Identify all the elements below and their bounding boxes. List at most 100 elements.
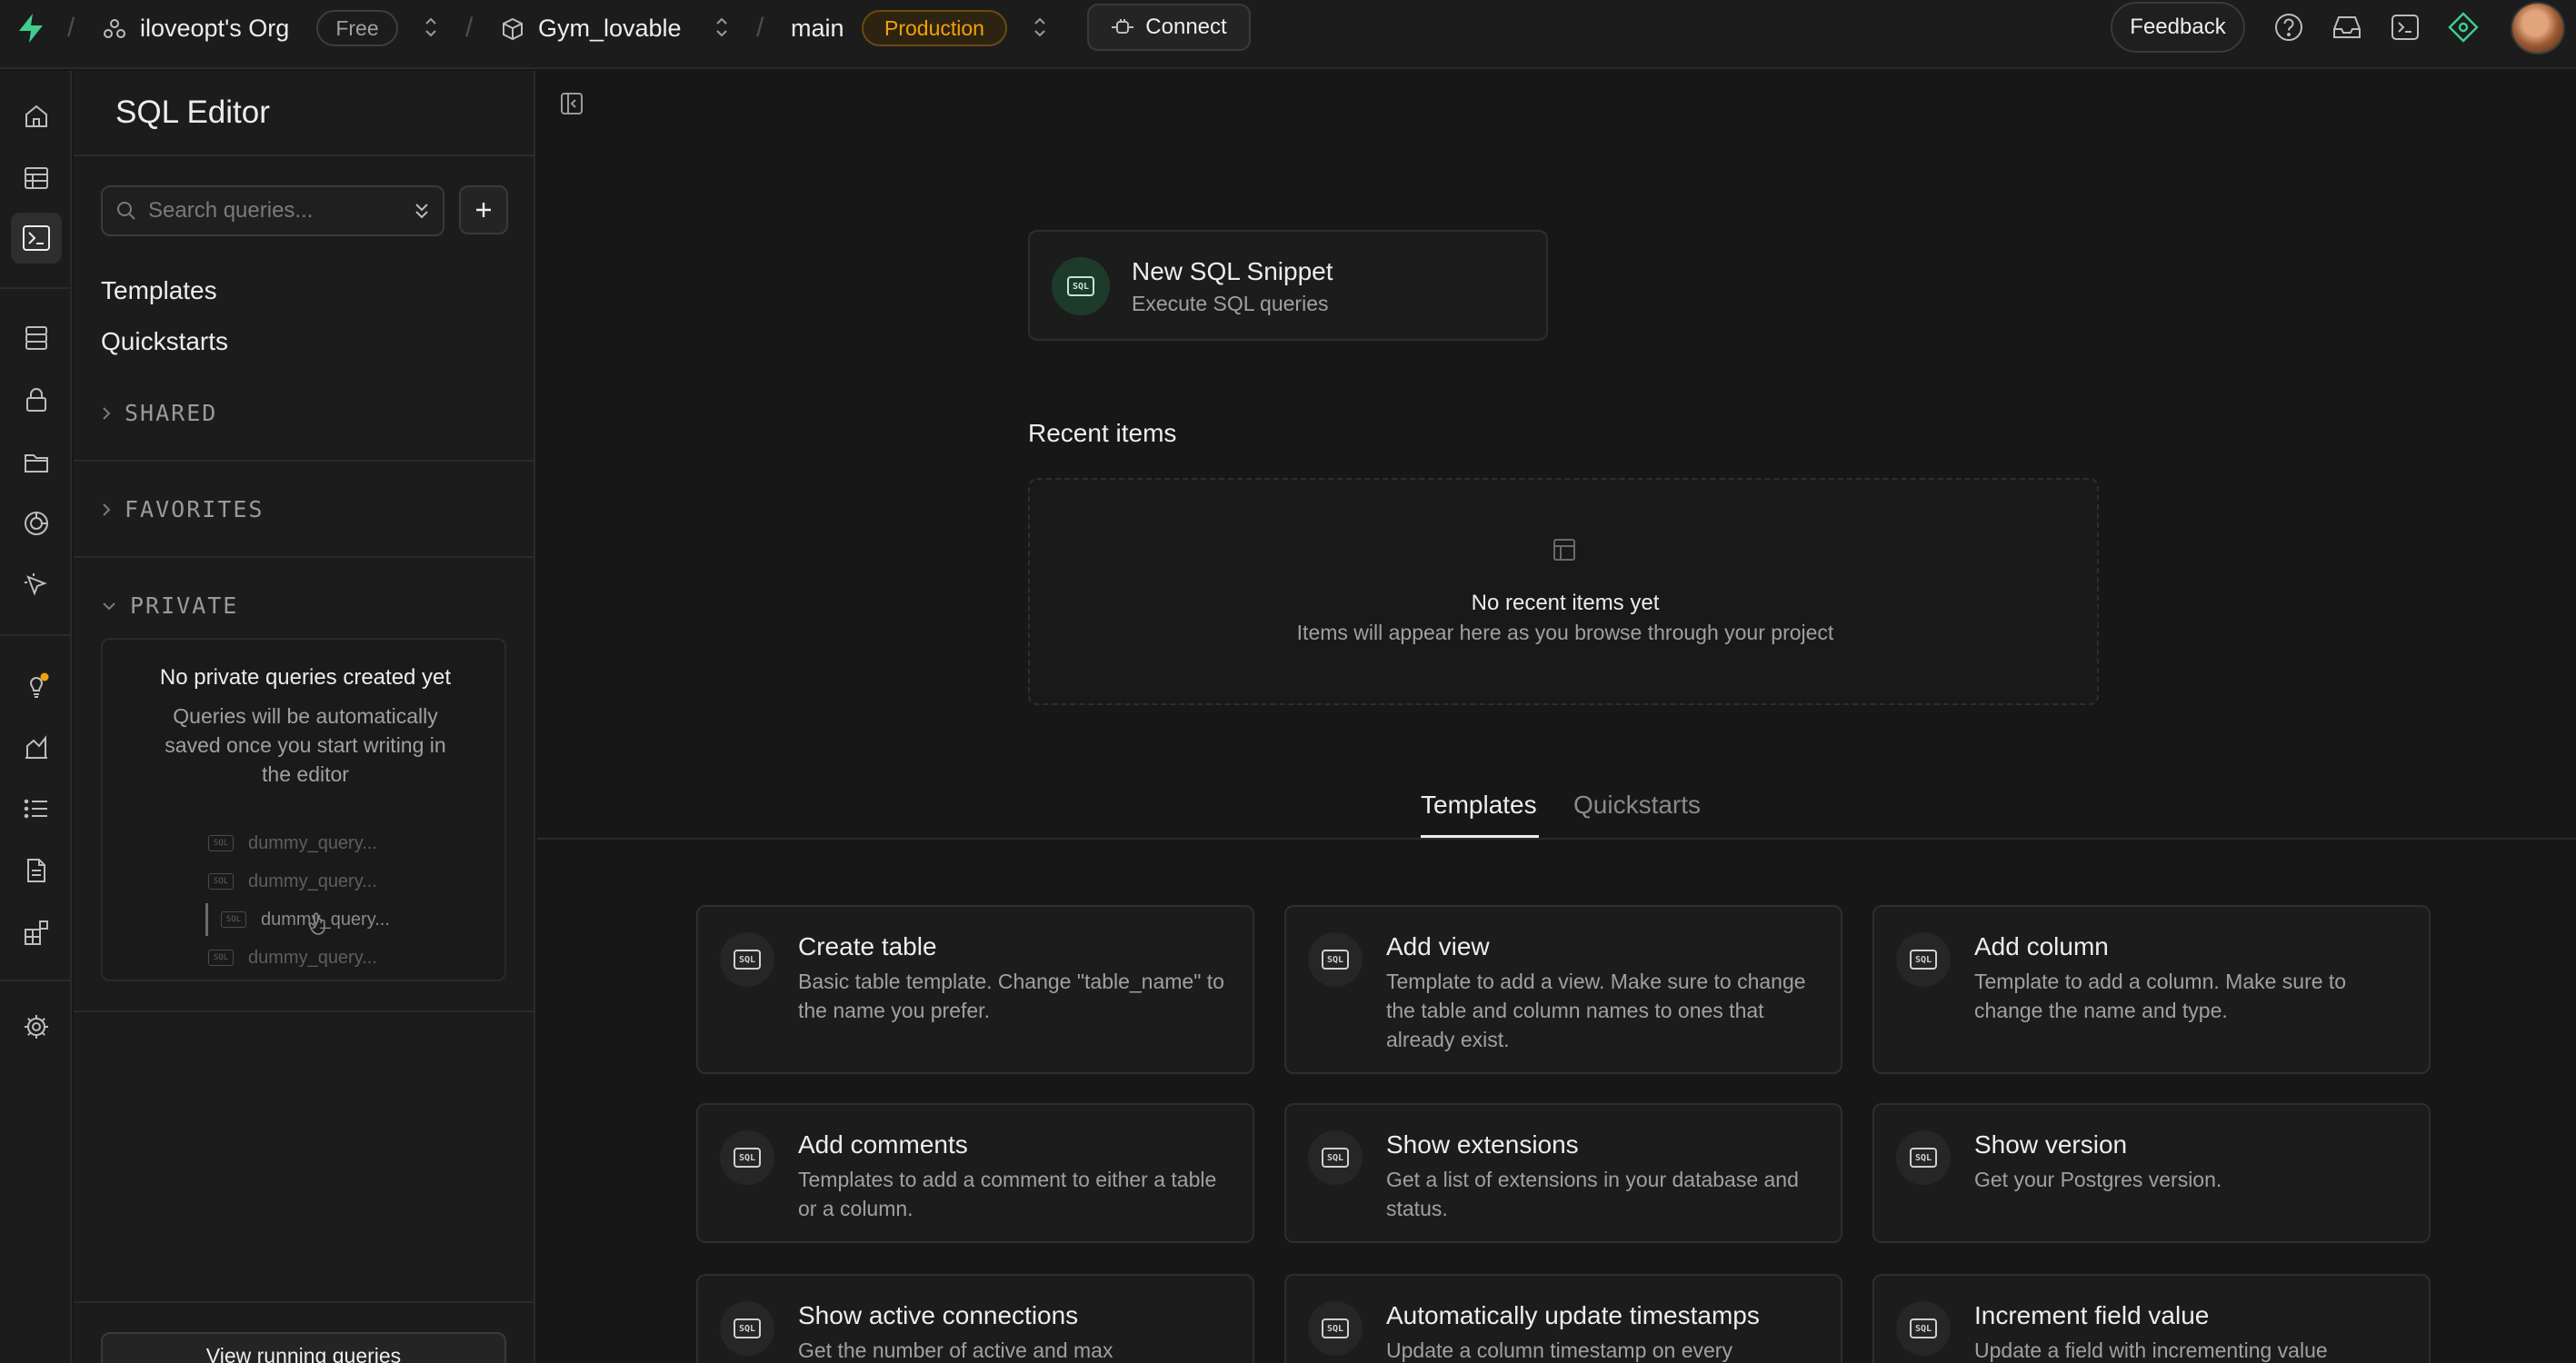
- sql-file-icon: SQL: [208, 873, 234, 890]
- chevron-down-icon: [103, 602, 115, 610]
- edge-functions-cursor-icon[interactable]: [11, 560, 62, 611]
- view-running-queries-button[interactable]: View running queries: [101, 1332, 506, 1363]
- section-favorites-label: FAVORITES: [125, 496, 265, 522]
- org-selector[interactable]: iloveopt's Org: [102, 15, 289, 43]
- org-switch-chevron-icon[interactable]: [414, 11, 447, 44]
- sidebar-link-templates[interactable]: Templates: [101, 276, 217, 305]
- inbox-icon[interactable]: [2331, 11, 2363, 44]
- template-card-show-version[interactable]: SQL Show version Get your Postgres versi…: [1872, 1103, 2431, 1243]
- sql-editor-icon[interactable]: [11, 213, 62, 264]
- sql-template-icon: SQL: [1896, 1301, 1951, 1356]
- pointer-hand-icon: [308, 912, 325, 935]
- help-icon[interactable]: [2272, 11, 2305, 44]
- template-card-add-comments[interactable]: SQL Add comments Templates to add a comm…: [696, 1103, 1254, 1243]
- connect-button[interactable]: Connect: [1087, 4, 1251, 51]
- template-desc: Basic table template. Change "table_name…: [798, 970, 1224, 1022]
- plus-icon: [474, 200, 494, 220]
- template-title: Show extensions: [1386, 1130, 1579, 1159]
- advisors-lightbulb-icon[interactable]: [11, 660, 62, 711]
- chevron-right-icon: [103, 406, 111, 420]
- org-name: iloveopt's Org: [140, 15, 290, 42]
- branch-selector[interactable]: main: [791, 15, 844, 43]
- rail-divider: [0, 287, 72, 289]
- sidebar-divider: [74, 154, 535, 156]
- integrations-icon[interactable]: [11, 907, 62, 958]
- breadcrumb-separator: /: [756, 13, 764, 43]
- new-sql-snippet-card[interactable]: SQL New SQL Snippet Execute SQL queries: [1028, 230, 1548, 341]
- collapse-sidebar-icon[interactable]: [559, 91, 584, 116]
- sql-template-icon: SQL: [720, 932, 774, 987]
- logs-list-icon[interactable]: [11, 783, 62, 834]
- plug-icon: [1111, 18, 1134, 36]
- sidebar-divider: [74, 556, 535, 558]
- home-icon[interactable]: [11, 91, 62, 142]
- template-title: Add view: [1386, 932, 1490, 960]
- private-empty-title: No private queries created yet: [159, 665, 452, 690]
- sql-template-icon: SQL: [1308, 932, 1363, 987]
- search-queries-field[interactable]: [101, 185, 444, 236]
- terminal-icon[interactable]: [2389, 11, 2421, 44]
- template-desc: Get your Postgres version.: [1974, 1168, 2222, 1191]
- settings-gear-icon[interactable]: [11, 1001, 62, 1052]
- org-icon: [102, 16, 127, 42]
- project-selector[interactable]: Gym_lovable: [500, 15, 682, 43]
- template-card-show-extensions[interactable]: SQL Show extensions Get a list of extens…: [1284, 1103, 1842, 1243]
- template-desc: Templates to add a comment to either a t…: [798, 1168, 1217, 1220]
- private-empty-state: No private queries created yet Queries w…: [101, 638, 506, 981]
- rail-divider: [0, 634, 72, 636]
- sql-template-icon: SQL: [1896, 1130, 1951, 1185]
- chevrons-down-icon[interactable]: [412, 200, 432, 222]
- tab-quickstarts[interactable]: Quickstarts: [1573, 791, 1701, 820]
- branch-name: main: [791, 15, 844, 42]
- section-private-label: PRIVATE: [130, 592, 239, 619]
- tab-templates[interactable]: Templates: [1421, 791, 1537, 820]
- section-favorites[interactable]: FAVORITES: [101, 496, 264, 522]
- recent-empty-desc: Items will appear here as you browse thr…: [1296, 621, 1834, 644]
- section-private[interactable]: PRIVATE: [101, 592, 238, 619]
- sql-file-icon: SQL: [221, 911, 246, 928]
- api-docs-icon[interactable]: [11, 845, 62, 896]
- storage-icon[interactable]: [11, 436, 62, 487]
- sidebar-link-quickstarts[interactable]: Quickstarts: [101, 327, 228, 356]
- template-title: Create table: [798, 932, 937, 960]
- template-card-auto-update-timestamps[interactable]: SQL Automatically update timestamps Upda…: [1284, 1274, 1842, 1363]
- new-snippet-desc: Execute SQL queries: [1132, 292, 1329, 315]
- reports-chart-icon[interactable]: [11, 721, 62, 772]
- template-title: Add column: [1974, 932, 2109, 960]
- database-icon[interactable]: [11, 313, 62, 363]
- branch-env-badge: Production: [862, 10, 1007, 46]
- realtime-icon[interactable]: [11, 498, 62, 549]
- feedback-button[interactable]: Feedback: [2111, 2, 2245, 53]
- add-query-button[interactable]: [459, 185, 508, 234]
- template-desc: Update a column timestamp on every: [1386, 1338, 1732, 1362]
- rail-divider: [0, 980, 72, 981]
- left-nav-rail: [0, 71, 72, 1363]
- template-card-create-table[interactable]: SQL Create table Basic table template. C…: [696, 905, 1254, 1074]
- project-switch-chevron-icon[interactable]: [705, 11, 738, 44]
- auth-lock-icon[interactable]: [11, 374, 62, 425]
- recent-empty-title: No recent items yet: [1471, 591, 1660, 615]
- chevron-right-icon: [103, 502, 111, 516]
- sql-template-icon: SQL: [1896, 932, 1951, 987]
- table-editor-icon[interactable]: [11, 153, 62, 204]
- search-icon: [115, 200, 137, 222]
- table-icon: [1553, 538, 1576, 562]
- user-avatar[interactable]: [2511, 2, 2565, 55]
- template-card-show-active-connections[interactable]: SQL Show active connections Get the numb…: [696, 1274, 1254, 1363]
- template-desc: Get the number of active and max: [798, 1338, 1113, 1362]
- branch-switch-chevron-icon[interactable]: [1023, 11, 1056, 44]
- supabase-logo-icon[interactable]: [16, 13, 45, 44]
- template-card-add-view[interactable]: SQL Add view Template to add a view. Mak…: [1284, 905, 1842, 1074]
- private-empty-desc: Queries will be automatically saved once…: [165, 704, 446, 786]
- sidebar-title: SQL Editor: [115, 95, 270, 130]
- template-card-add-column[interactable]: SQL Add column Template to add a column.…: [1872, 905, 2431, 1074]
- section-shared[interactable]: SHARED: [101, 400, 217, 426]
- search-input[interactable]: [148, 198, 394, 224]
- template-title: Increment field value: [1974, 1301, 2210, 1329]
- template-card-increment-field-value[interactable]: SQL Increment field value Update a field…: [1872, 1274, 2431, 1363]
- section-shared-label: SHARED: [125, 400, 218, 426]
- advisor-icon[interactable]: [2447, 11, 2480, 44]
- template-desc: Update a field with incrementing value: [1974, 1338, 2328, 1362]
- recent-items-empty-state: No recent items yet Items will appear he…: [1028, 478, 2099, 705]
- top-bar: / iloveopt's Org Free / Gym_lovable / ma…: [0, 0, 2576, 69]
